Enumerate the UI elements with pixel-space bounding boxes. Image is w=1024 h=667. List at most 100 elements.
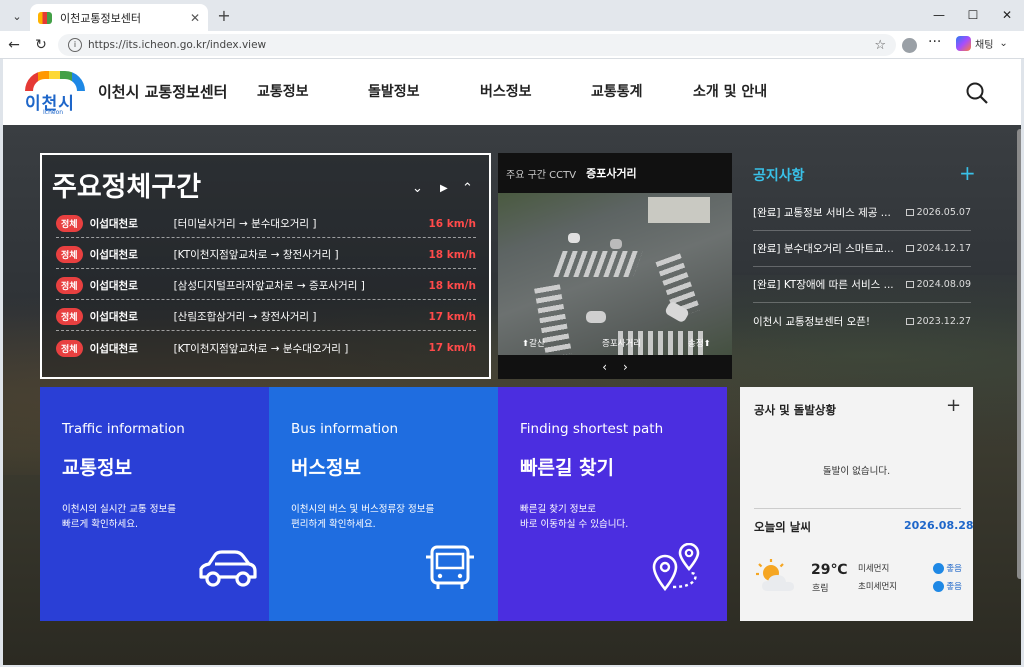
road-speed: 18 km/h	[428, 248, 476, 261]
menu-about[interactable]: 소개 및 안내	[693, 81, 767, 101]
site-title[interactable]: 이천시 교통정보센터	[98, 81, 227, 102]
profile-avatar[interactable]	[902, 38, 917, 53]
congestion-title: 주요정체구간	[52, 172, 202, 203]
fine-dust-status: 좋음	[946, 564, 962, 574]
weather-title: 오늘의 날씨	[754, 520, 811, 534]
notice-item-date: 2023.12.27	[916, 315, 971, 327]
card-ko-title: 빠른길 찾기	[520, 457, 615, 479]
incident-more-plus-icon[interactable]: +	[946, 395, 961, 416]
notice-title[interactable]: 공지사항	[753, 165, 805, 185]
card-desc: 빠른길 찾기 정보로바로 이동하실 수 있습니다.	[520, 502, 628, 532]
fine-dust-row: 미세먼지 좋음	[858, 562, 962, 574]
congestion-badge: 정체	[56, 277, 83, 294]
card-desc-line: 편리하게 확인하세요.	[291, 519, 376, 530]
partly-cloudy-icon	[756, 559, 794, 591]
tab-list-button[interactable]: ⌄	[6, 6, 28, 26]
card-desc: 이천시의 실시간 교통 정보를 빠르게 확인하세요.	[62, 502, 176, 532]
site-info-icon[interactable]: i	[68, 38, 82, 52]
congestion-badge: 정체	[56, 215, 83, 232]
congestion-badge: 정체	[56, 308, 83, 325]
tab-title: 이천교통정보센터	[60, 11, 141, 25]
chevron-left-icon[interactable]: ‹	[602, 360, 607, 374]
ultra-fine-dust-row: 초미세먼지 좋음	[858, 580, 962, 592]
logo-en: Icheon	[43, 109, 64, 116]
congestion-row[interactable]: 정체 이섭대천로 [삼성디지털프라자앞교차로 → 증포사거리 ] 18 km/h	[56, 272, 476, 300]
card-bus-info[interactable]: Bus information 버스정보 이천시의 버스 및 버스정류장 정보를…	[269, 387, 498, 621]
new-tab-button[interactable]: +	[214, 6, 234, 26]
favorite-star-icon[interactable]: ☆	[874, 38, 886, 53]
smile-face-icon	[933, 580, 945, 592]
congestion-row[interactable]: 정체 이섭대천로 [산림조합삼거리 → 창전사거리 ] 17 km/h	[56, 303, 476, 331]
congestion-row[interactable]: 정체 이섭대천로 [터미널사거리 → 분수대오거리 ] 16 km/h	[56, 210, 476, 238]
road-speed: 16 km/h	[428, 217, 476, 230]
weather-date: 2026.08.28	[904, 519, 974, 532]
card-desc-line: 이천시의 버스 및 버스정류장 정보를	[291, 504, 435, 515]
notice-item-title: [완료] 분수대오거리 스마트교...	[753, 243, 894, 255]
fine-dust-label: 미세먼지	[858, 564, 890, 574]
copilot-button[interactable]: 채팅 ⌄	[956, 36, 1008, 51]
web-page: 이천시 Icheon 이천시 교통정보센터 교통정보 돌발정보 버스정보 교통통…	[3, 59, 1021, 665]
cctv-overlay-left: ⬆갈산	[522, 339, 545, 349]
cctv-overlay-center: 증포사거리	[602, 339, 642, 349]
notice-more-plus-icon[interactable]: +	[959, 161, 976, 185]
more-menu-icon[interactable]: ···	[928, 34, 941, 50]
refresh-button[interactable]: ↻	[31, 35, 51, 55]
browser-tab[interactable]: 이천교통정보센터 ✕	[30, 4, 208, 31]
road-name: 이섭대천로	[89, 280, 138, 292]
play-icon[interactable]: ▶	[440, 183, 448, 194]
route-pin-icon	[652, 543, 700, 591]
chevron-down-icon: ⌄	[999, 38, 1008, 49]
cctv-video[interactable]: ⬆갈산 증포사거리 송정⬆	[498, 193, 732, 355]
url-field[interactable]: i https://its.icheon.go.kr/index.view ☆	[58, 34, 896, 56]
close-tab-icon[interactable]: ✕	[190, 11, 200, 25]
cctv-label: 주요 구간 CCTV	[506, 169, 577, 181]
minimize-button[interactable]: —	[922, 0, 956, 31]
card-desc-line: 바로 이동하실 수 있습니다.	[520, 519, 629, 530]
road-speed: 17 km/h	[428, 342, 476, 354]
calendar-icon	[905, 245, 914, 252]
congestion-badge: 정체	[56, 339, 83, 357]
chevron-right-icon[interactable]: ›	[623, 360, 628, 374]
card-desc-line: 이천시의 실시간 교통 정보를	[62, 504, 176, 515]
address-bar-row: ← ↻ i https://its.icheon.go.kr/index.vie…	[0, 31, 1024, 59]
back-button[interactable]: ←	[4, 35, 24, 55]
notice-item-date-wrap: 2023.12.27	[905, 315, 971, 327]
site-logo[interactable]: 이천시 Icheon	[21, 69, 91, 117]
calendar-icon	[905, 281, 914, 288]
menu-bus-info[interactable]: 버스정보	[480, 81, 532, 101]
road-name: 이섭대천로	[89, 249, 138, 261]
maximize-button[interactable]: ☐	[956, 0, 990, 31]
card-traffic-info[interactable]: Traffic information 교통정보 이천시의 실시간 교통 정보를…	[40, 387, 269, 621]
ultra-fine-dust-label: 초미세먼지	[858, 582, 898, 592]
notice-item-date-wrap: 2026.05.07	[905, 207, 971, 218]
notice-item[interactable]: [완료] KT장애에 따른 서비스 ... 2024.08.09	[753, 267, 971, 303]
favicon-icon	[38, 11, 52, 24]
card-desc-line: 빠른길 찾기 정보로	[520, 504, 596, 515]
notice-item[interactable]: [완료] 교통정보 서비스 제공 ... 2026.05.07	[753, 195, 971, 231]
card-ko-title: 교통정보	[62, 457, 132, 479]
chevron-up-icon[interactable]: ⌃	[462, 181, 473, 196]
cctv-panel: 주요 구간 CCTV 증포사거리 ⬆갈산 증포사거리 송정⬆ ‹ ›	[498, 153, 732, 379]
menu-incident-info[interactable]: 돌발정보	[368, 81, 420, 101]
card-shortest-path[interactable]: Finding shortest path 빠른길 찾기 빠른길 찾기 정보로 바…	[498, 387, 727, 621]
congestion-panel: 주요정체구간 ⌄ ▶ ⌃ 정체 이섭대천로 [터미널사거리 → 분수대오거리 ]…	[40, 153, 491, 379]
card-desc: 이천시의 버스 및 버스정류장 정보를편리하게 확인하세요.	[291, 502, 434, 532]
weather-desc: 흐림	[812, 584, 829, 594]
chevron-down-icon[interactable]: ⌄	[412, 181, 423, 196]
close-window-button[interactable]: ✕	[990, 0, 1024, 31]
page-scrollbar[interactable]	[1017, 129, 1021, 579]
notice-item-date: 2026.05.07	[916, 207, 971, 218]
copilot-icon	[956, 36, 971, 51]
notice-item-date-wrap: 2024.08.09	[905, 279, 971, 290]
menu-traffic-info[interactable]: 교통정보	[257, 81, 309, 101]
congestion-row[interactable]: 정체 이섭대천로 [KT이천지점앞교차로 → 창전사거리 ] 18 km/h	[56, 241, 476, 269]
menu-traffic-stats[interactable]: 교통통계	[591, 81, 643, 101]
cctv-location: 증포사거리	[586, 167, 637, 180]
incident-title[interactable]: 공사 및 돌발상황	[754, 402, 836, 418]
notice-item[interactable]: [완료] 분수대오거리 스마트교... 2024.12.17	[753, 231, 971, 267]
notice-panel: 공지사항 + [완료] 교통정보 서비스 제공 ... 2026.05.07 […	[753, 159, 976, 349]
search-icon[interactable]	[965, 81, 989, 105]
notice-item[interactable]: 이천시 교통정보센터 오픈! 2023.12.27	[753, 303, 971, 339]
congestion-row[interactable]: 정체 이섭대천로 [KT이천지점앞교차로 → 분수대오거리 ] 17 km/h	[56, 334, 476, 362]
weather-temp: 29℃	[811, 562, 848, 578]
